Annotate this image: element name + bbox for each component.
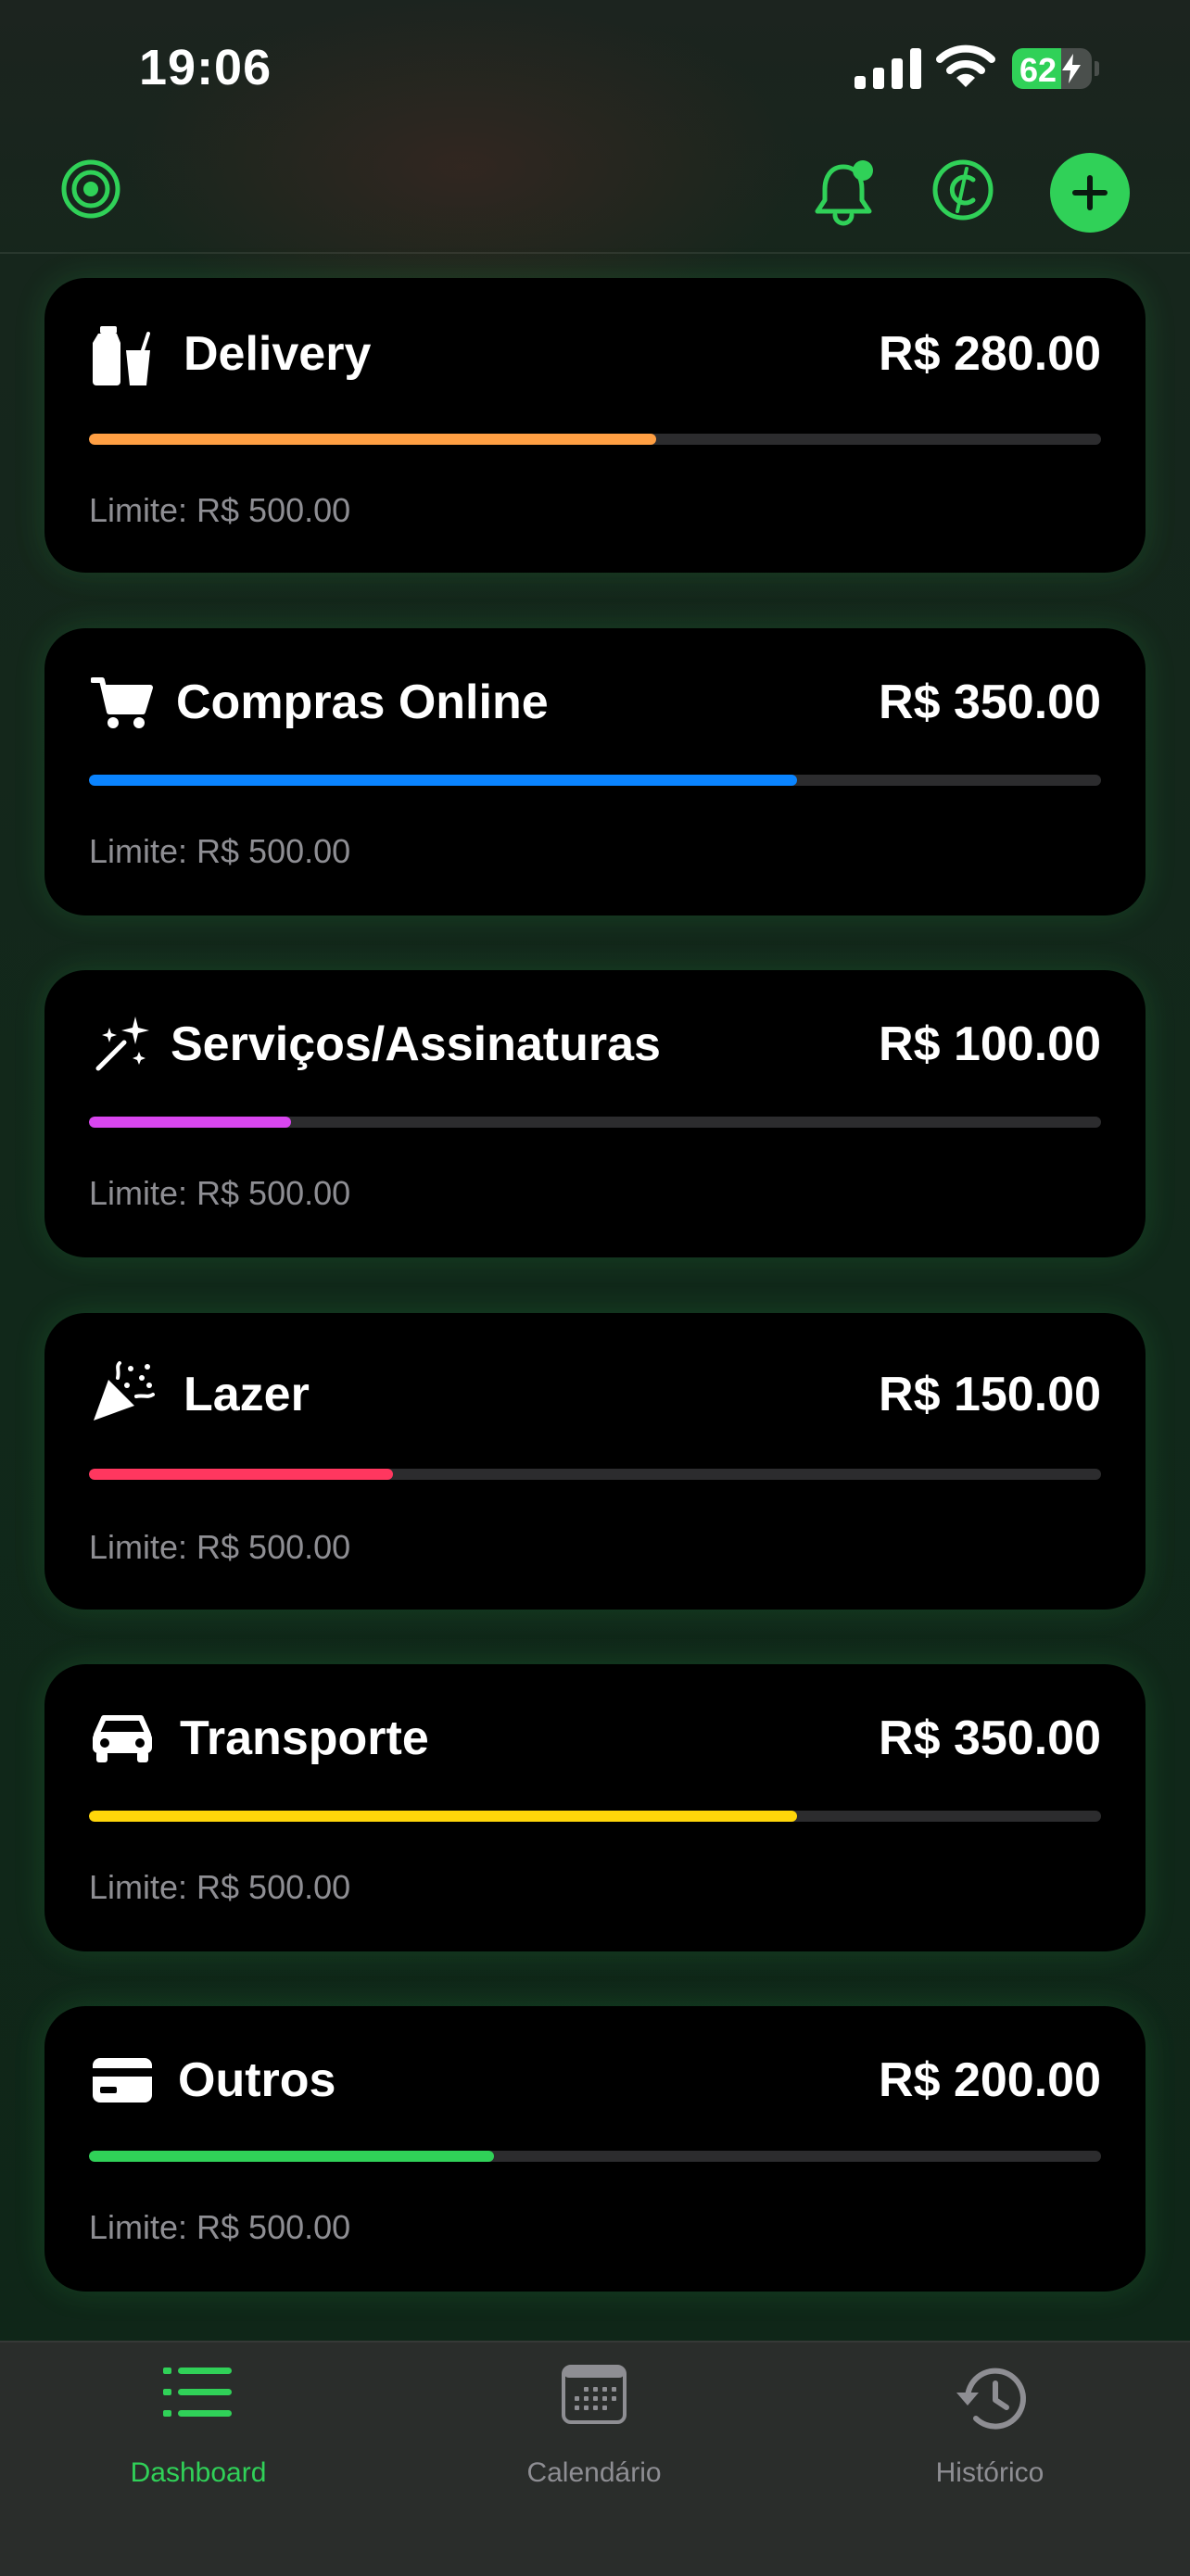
- bell-badge-icon[interactable]: [812, 158, 879, 226]
- cellular-signal-icon: [855, 48, 921, 89]
- charging-bolt-icon: [1062, 54, 1081, 83]
- category-limit: Limite: R$ 500.00: [89, 2208, 351, 2246]
- tab-label: Dashboard: [130, 2457, 267, 2488]
- category-name: Serviços/Assinaturas: [171, 1017, 661, 1071]
- category-card-outros[interactable]: Outros R$ 200.00 Limite: R$ 500.00: [44, 2006, 1146, 2292]
- category-card-lazer[interactable]: Lazer R$ 150.00 Limite: R$ 500.00: [44, 1313, 1146, 1610]
- status-bar: 19:06 62: [0, 0, 1190, 139]
- credit-card-icon: [89, 2047, 156, 2114]
- calendar-icon: [562, 2365, 627, 2424]
- category-amount: R$ 280.00: [879, 327, 1101, 381]
- nav-divider: [0, 252, 1190, 254]
- tab-label: Calendário: [526, 2457, 662, 2488]
- category-name: Lazer: [184, 1368, 310, 1421]
- category-amount: R$ 100.00: [879, 1017, 1101, 1071]
- tab-calendario[interactable]: Calendário: [446, 2342, 742, 2491]
- target-icon[interactable]: [59, 158, 122, 221]
- status-time: 19:06: [139, 40, 272, 95]
- category-name: Transporte: [180, 1711, 429, 1765]
- progress-fill: [89, 775, 798, 786]
- category-name: Compras Online: [176, 676, 549, 729]
- progress-track: [89, 434, 1101, 445]
- tab-label: Histórico: [935, 2457, 1044, 2488]
- category-amount: R$ 200.00: [879, 2053, 1101, 2107]
- progress-track: [89, 1117, 1101, 1128]
- party-popper-icon: [89, 1359, 156, 1426]
- tab-dashboard[interactable]: Dashboard: [50, 2342, 347, 2491]
- car-icon: [89, 1705, 156, 1772]
- category-amount: R$ 350.00: [879, 1711, 1101, 1765]
- category-card-transporte[interactable]: Transporte R$ 350.00 Limite: R$ 500.00: [44, 1664, 1146, 1951]
- progress-fill: [89, 1117, 292, 1128]
- plus-icon: [1072, 175, 1108, 210]
- progress-track: [89, 2151, 1101, 2162]
- category-limit: Limite: R$ 500.00: [89, 1868, 351, 1906]
- category-name: Outros: [178, 2053, 336, 2107]
- category-amount: R$ 350.00: [879, 676, 1101, 729]
- battery-indicator: 62: [1012, 48, 1092, 89]
- tab-bar: Dashboard Calendário Histórico: [0, 2341, 1190, 2576]
- progress-fill: [89, 434, 656, 445]
- progress-track: [89, 1811, 1101, 1822]
- clock-history-icon: [956, 2368, 1026, 2430]
- sparkles-wand-icon: [89, 1011, 156, 1078]
- progress-fill: [89, 1469, 393, 1480]
- battery-nub: [1095, 61, 1099, 76]
- category-card-delivery[interactable]: Delivery R$ 280.00 Limite: R$ 500.00: [44, 278, 1146, 573]
- category-limit: Limite: R$ 500.00: [89, 491, 351, 529]
- category-card-compras-online[interactable]: Compras Online R$ 350.00 Limite: R$ 500.…: [44, 628, 1146, 915]
- progress-track: [89, 1469, 1101, 1480]
- category-limit: Limite: R$ 500.00: [89, 1528, 351, 1566]
- category-limit: Limite: R$ 500.00: [89, 832, 351, 870]
- category-name: Delivery: [184, 327, 372, 381]
- wifi-icon: [936, 44, 995, 87]
- nav-bar: [0, 139, 1190, 254]
- list-bullet-icon: [163, 2368, 232, 2417]
- category-amount: R$ 150.00: [879, 1368, 1101, 1421]
- cart-icon: [89, 669, 156, 736]
- category-card-servicos-assinaturas[interactable]: Serviços/Assinaturas R$ 100.00 Limite: R…: [44, 970, 1146, 1257]
- progress-fill: [89, 1811, 798, 1822]
- currency-icon[interactable]: [930, 158, 995, 222]
- progress-track: [89, 775, 1101, 786]
- progress-fill: [89, 2151, 494, 2162]
- add-button[interactable]: [1050, 153, 1130, 233]
- bag-cup-icon: [89, 322, 156, 389]
- tab-historico[interactable]: Histórico: [842, 2342, 1138, 2491]
- battery-percent: 62: [1019, 51, 1057, 89]
- category-limit: Limite: R$ 500.00: [89, 1174, 351, 1212]
